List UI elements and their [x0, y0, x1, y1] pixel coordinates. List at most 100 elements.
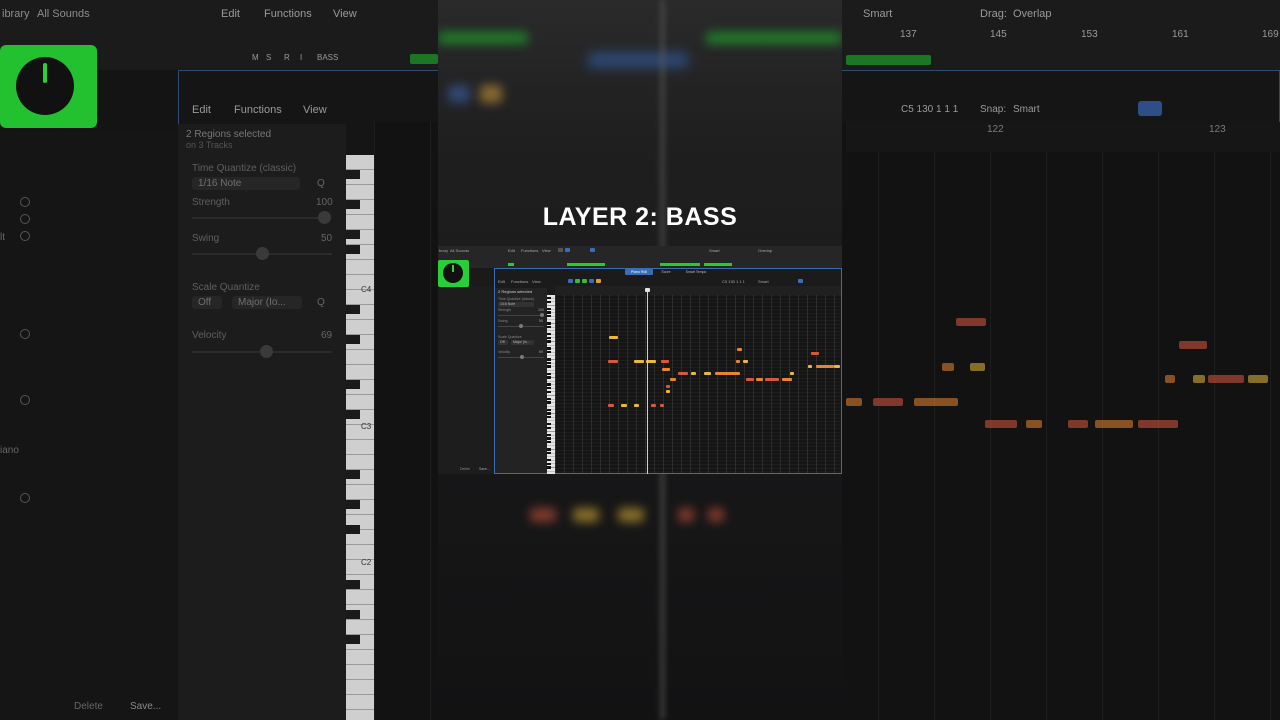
mini-grid-icon[interactable]: [558, 248, 563, 252]
mini-tool-pencil[interactable]: [575, 279, 580, 283]
mini-save-button[interactable]: Save...: [479, 467, 490, 471]
tab-smart-tempo[interactable]: Smart Tempo: [682, 269, 710, 275]
black-key[interactable]: [547, 372, 551, 375]
black-key[interactable]: [547, 336, 551, 339]
note[interactable]: [621, 404, 627, 407]
bg-add-icon[interactable]: [20, 231, 30, 241]
mini-editor-edit[interactable]: Edit: [498, 279, 505, 284]
black-key[interactable]: [547, 448, 551, 451]
playhead[interactable]: [647, 289, 648, 474]
note[interactable]: [782, 378, 792, 381]
mini-mode-icon[interactable]: [590, 248, 595, 252]
black-key[interactable]: [547, 322, 551, 325]
note[interactable]: [834, 365, 840, 368]
black-key[interactable]: [547, 361, 551, 365]
note[interactable]: [736, 360, 740, 363]
black-key[interactable]: [547, 423, 551, 426]
bg-strength-slider[interactable]: [192, 217, 322, 219]
bg-snap-editor[interactable]: Smart: [1013, 104, 1040, 115]
tab-score[interactable]: Score: [656, 269, 676, 275]
black-key[interactable]: [547, 433, 551, 437]
black-key[interactable]: [547, 466, 551, 469]
note[interactable]: [608, 360, 618, 363]
mini-plugin-knob-tile[interactable]: [438, 260, 469, 287]
black-key[interactable]: [547, 451, 551, 455]
black-key[interactable]: [547, 390, 551, 393]
note[interactable]: [715, 372, 740, 375]
note[interactable]: [765, 378, 779, 381]
black-key[interactable]: [547, 333, 551, 336]
bg-velocity-thumb[interactable]: [260, 345, 273, 358]
bg-menu-view[interactable]: View: [333, 8, 357, 20]
mini-menu-functions[interactable]: Functions: [521, 248, 538, 253]
note[interactable]: [790, 372, 794, 375]
note[interactable]: [811, 352, 819, 355]
black-key[interactable]: [547, 300, 551, 303]
note[interactable]: [670, 378, 676, 381]
mini-menu-edit[interactable]: Edit: [508, 248, 515, 253]
black-key[interactable]: [547, 365, 551, 368]
mini-tool-midi[interactable]: [582, 279, 587, 283]
tab-piano-roll[interactable]: Piano Roll: [625, 269, 653, 275]
note[interactable]: [704, 372, 711, 375]
bg-swing-thumb[interactable]: [256, 247, 269, 260]
note[interactable]: [746, 378, 754, 381]
note[interactable]: [691, 372, 696, 375]
mini-strength-slider[interactable]: [498, 315, 544, 316]
bg-snap-value[interactable]: Smart: [863, 8, 892, 20]
mini-editor-view[interactable]: View: [532, 279, 541, 284]
bg-editor-menu-functions[interactable]: Functions: [234, 104, 282, 116]
note[interactable]: [634, 360, 644, 363]
bg-add-icon[interactable]: [20, 197, 30, 207]
black-key[interactable]: [547, 408, 551, 411]
bg-strength-thumb[interactable]: [318, 211, 331, 224]
mini-tool-color[interactable]: [596, 279, 601, 283]
mini-scale-mode-field[interactable]: Major (Io...: [511, 340, 534, 345]
mini-list-icon[interactable]: [565, 248, 570, 252]
bg-track-mute[interactable]: M: [252, 53, 259, 62]
note[interactable]: [661, 360, 669, 363]
black-key[interactable]: [547, 441, 551, 444]
note[interactable]: [737, 348, 742, 351]
black-key[interactable]: [547, 415, 551, 419]
bg-save-button[interactable]: Save...: [130, 701, 161, 712]
black-key[interactable]: [547, 376, 551, 379]
bg-track-input[interactable]: I: [300, 53, 302, 62]
black-key[interactable]: [547, 311, 551, 314]
note[interactable]: [666, 385, 670, 388]
mini-strength-thumb[interactable]: [540, 313, 544, 317]
note[interactable]: [634, 404, 639, 407]
black-key[interactable]: [547, 351, 551, 354]
bg-editor-menu-view[interactable]: View: [303, 104, 327, 116]
note[interactable]: [808, 365, 812, 368]
note[interactable]: [666, 390, 670, 393]
bg-drag-value[interactable]: Overlap: [1013, 8, 1052, 20]
note[interactable]: [743, 360, 748, 363]
mini-editor-functions[interactable]: Functions: [511, 279, 528, 284]
mini-tool-pointer[interactable]: [568, 279, 573, 283]
mini-snap-value[interactable]: Smart: [709, 248, 720, 253]
bg-track-record[interactable]: R: [284, 53, 290, 62]
black-key[interactable]: [547, 297, 551, 300]
bg-scale-off-field[interactable]: Off: [192, 296, 222, 309]
black-key[interactable]: [547, 315, 551, 318]
bg-editor-menu-edit[interactable]: Edit: [192, 104, 211, 116]
note[interactable]: [608, 404, 614, 407]
note[interactable]: [651, 404, 656, 407]
bg-link-toggle[interactable]: [1138, 101, 1162, 116]
note[interactable]: [816, 365, 834, 368]
note[interactable]: [662, 368, 670, 371]
bg-scale-q-button[interactable]: Q: [317, 297, 325, 308]
black-key[interactable]: [547, 383, 551, 386]
black-key[interactable]: [547, 325, 551, 329]
mini-scale-off-field[interactable]: Off: [498, 340, 508, 345]
note[interactable]: [660, 404, 664, 407]
black-key[interactable]: [547, 347, 551, 350]
black-key[interactable]: [547, 401, 551, 404]
black-key[interactable]: [547, 412, 551, 415]
black-key[interactable]: [547, 397, 551, 401]
black-key[interactable]: [547, 426, 551, 429]
note[interactable]: [609, 336, 618, 339]
mini-tool-region[interactable]: [589, 279, 594, 283]
bg-add-icon[interactable]: [20, 493, 30, 503]
